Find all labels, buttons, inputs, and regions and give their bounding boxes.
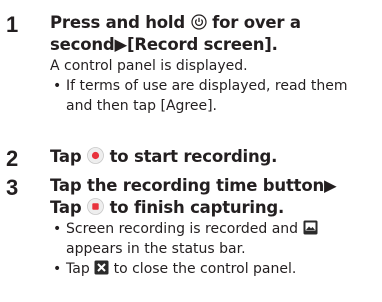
note-list: Screen recording is recorded and appears…: [50, 219, 378, 279]
step-body: Tap the recording time button▶ Tap to fi…: [50, 175, 378, 279]
note-item: Screen recording is recorded and appears…: [50, 219, 378, 259]
step-heading: Tap to start recording.: [50, 146, 378, 168]
note-text: to close the control panel.: [113, 261, 297, 277]
step-number: 3: [6, 175, 19, 200]
step-number: 2: [6, 146, 19, 171]
instruction-page: 1 Press and hold for over a second▶[Reco…: [0, 0, 382, 302]
step-heading: second▶[Record screen].: [50, 35, 278, 54]
note-text: Tap: [66, 261, 90, 277]
note-text: Screen recording is recorded and: [66, 221, 299, 237]
stop-button-icon: [87, 198, 104, 215]
note-list: If terms of use are displayed, read them…: [50, 76, 378, 116]
step-heading: Tap to finish capturing.: [50, 197, 378, 219]
record-button-icon: [87, 147, 104, 164]
note-text: appears in the status bar.: [66, 241, 246, 257]
heading-text: to start recording.: [109, 147, 278, 166]
power-key-icon: [190, 14, 207, 30]
heading-text: Tap: [50, 198, 82, 217]
note-item: If terms of use are displayed, read them…: [50, 76, 378, 116]
heading-text: Press and hold: [50, 13, 185, 32]
heading-text: Tap: [50, 147, 82, 166]
close-panel-icon: [94, 260, 109, 275]
heading-text: to finish capturing.: [109, 198, 285, 217]
heading-text: for over a: [212, 13, 301, 32]
step-number: 1: [6, 12, 19, 37]
step-body: Tap to start recording.: [50, 146, 378, 168]
note-text: If terms of use are displayed, read them: [66, 78, 348, 94]
step-body: Press and hold for over a second▶[Record…: [50, 12, 378, 116]
step-heading: Press and hold for over a: [50, 12, 378, 34]
step-heading: Tap the recording time button▶: [50, 176, 337, 195]
step-description: A control panel is displayed.: [50, 58, 248, 74]
note-item: Tap to close the control panel.: [50, 259, 378, 279]
note-text: and then tap [Agree].: [66, 98, 218, 114]
screen-recording-status-icon: [303, 220, 318, 235]
